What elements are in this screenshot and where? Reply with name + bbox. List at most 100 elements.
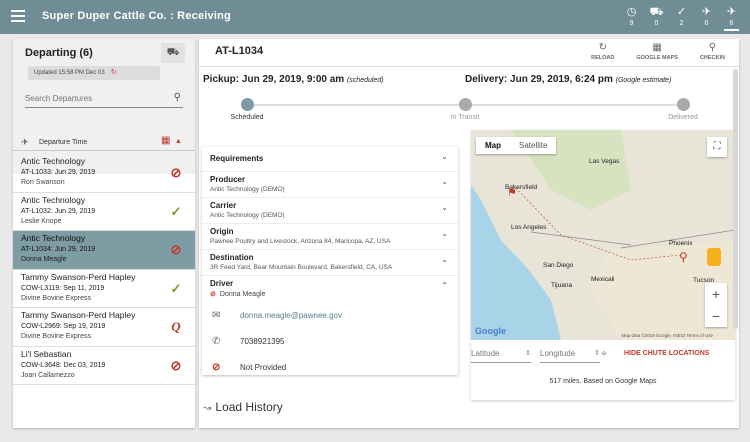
reload-label: RELOAD [591, 55, 615, 61]
email-icon: ✉ [212, 310, 221, 321]
origin-row[interactable]: Origin Pawnee Poultry and Livestock, Ari… [202, 224, 458, 250]
departure-person: Ron Swanson [21, 179, 65, 186]
departures-title: Departing (6) [25, 47, 93, 59]
latitude-field[interactable]: Latitude ⇕ [471, 346, 531, 363]
street-view-icon[interactable] [707, 248, 721, 266]
city-label: San Diego [543, 262, 574, 269]
updated-text: Updated 15:58 PM Dec 03 [34, 70, 105, 76]
driver-email[interactable]: ✉ donna.meagle@pawnee.gov [202, 303, 458, 329]
driver-phone[interactable]: ✆ 7038921395 [202, 329, 458, 355]
checkin-button[interactable]: ⚲ CHECKIN [700, 42, 725, 62]
landing-icon: ✈ [701, 6, 712, 18]
route-map[interactable]: Las Vegas Bakersfield Los Angeles San Di… [471, 130, 735, 340]
delivery-note: (Google estimate) [615, 77, 672, 84]
clock-icon: ◷ [626, 6, 637, 18]
chevron-down-icon[interactable]: ⌄ [441, 177, 448, 186]
spinner-icon[interactable]: ⇕ [594, 346, 600, 362]
search-input[interactable] [25, 90, 165, 106]
top-nav-icons: ◷ 9 ⛟ 0 ✓ 2 ✈ 0 ✈ 6 [619, 3, 744, 31]
stage-dot [676, 98, 690, 111]
google-maps-label: GOOGLE MAPS [636, 55, 678, 61]
nav-count: 2 [679, 20, 684, 27]
departure-icon: ✈ [726, 6, 737, 18]
departure-code: COW-L3648: Dec 03, 2019 [21, 361, 106, 369]
requirements-row[interactable]: Requirements ⌄ [202, 147, 458, 172]
stage-label: Delivered [668, 114, 698, 121]
email-value[interactable]: donna.meagle@pawnee.gov [240, 311, 342, 320]
departure-code: AT-L1033: Jun 29, 2019 [21, 169, 96, 176]
chevron-down-icon[interactable]: ⌄ [441, 255, 448, 264]
list-item[interactable]: Antic Technology AT-L1034: Jun 29, 2019 Do… [13, 231, 195, 270]
menu-icon[interactable] [11, 10, 25, 22]
carrier-row[interactable]: Carrier Antic Technology (DEMO) ⌄ [202, 198, 458, 224]
list-item[interactable]: Antic Technology AT-L1032: Jun 29, 2019 Le… [13, 193, 195, 231]
producer-row[interactable]: Producer Antic Technology (DEMO) ⌄ [202, 172, 458, 198]
longitude-field[interactable]: Longitude ⇕ [540, 346, 600, 363]
carrier-label: Carrier [210, 201, 237, 210]
nav-count: 9 [629, 20, 634, 27]
driver-row[interactable]: Driver ⊘ Donna Meagle ⌃ [202, 276, 458, 303]
departure-icon: ✈ [21, 137, 29, 147]
city-label: Los Angeles [511, 224, 547, 231]
zoom-out-button[interactable]: − [705, 305, 727, 327]
truck-nav-button[interactable]: ⛟ 0 [644, 3, 669, 31]
google-maps-button[interactable]: ▦ GOOGLE MAPS [636, 42, 678, 62]
departure-code: COW-L2969: Sep 19, 2019 [21, 323, 106, 330]
truck-button[interactable]: ⛟ [161, 43, 185, 63]
city-label: Tijuana [551, 282, 573, 289]
driver-name: Donna Meagle [219, 291, 266, 298]
chevron-up-icon[interactable]: ⌃ [441, 281, 448, 290]
fullscreen-icon[interactable]: ⛶ [707, 137, 727, 157]
location-pin-icon: ⚲ [708, 42, 717, 53]
stage-scheduled: Scheduled [212, 97, 282, 121]
nav-count: 0 [704, 20, 709, 27]
map-attribution[interactable]: Map data ©2019 Google, INEGI Terms of Us… [621, 333, 713, 338]
scrollbar[interactable] [733, 69, 738, 329]
load-history-title: Load History [215, 400, 283, 414]
city-label: Phoenix [669, 240, 693, 247]
destination-value: 3R Feed Yard, Bear Mountain Boulevard, B… [210, 264, 393, 271]
map-icon: ▦ [652, 42, 662, 53]
origin-label: Origin [210, 227, 234, 236]
reload-button[interactable]: ↻ RELOAD [591, 42, 614, 62]
departure-nav-button[interactable]: ✈ 6 [719, 3, 744, 31]
spinner-icon[interactable]: ⇕ [525, 346, 531, 362]
sort-caret-icon[interactable]: ▲ [175, 138, 182, 145]
search-field: ⚲ [25, 90, 183, 108]
city-label: Mexicali [591, 276, 615, 283]
divider [199, 66, 739, 67]
carrier-value: Antic Technology (DEMO) [210, 212, 285, 219]
list-item[interactable]: Antic Technology AT-L1033: Jun 29, 2019 Ro… [13, 154, 195, 193]
clock-nav-button[interactable]: ◷ 9 [619, 3, 644, 31]
check-nav-button[interactable]: ✓ 2 [669, 3, 694, 31]
load-history-header[interactable]: ↝ Load History [203, 400, 283, 414]
departure-name: Tammy Swanson-Perd Hapley [21, 310, 136, 320]
chevron-down-icon[interactable]: ⌄ [441, 152, 448, 161]
question-icon: Q [171, 319, 181, 334]
destination-row[interactable]: Destination 3R Feed Yard, Bear Mountain … [202, 250, 458, 276]
zoom-in-button[interactable]: + [705, 283, 727, 305]
search-icon[interactable]: ⚲ [174, 92, 181, 103]
phone-value[interactable]: 7038921395 [240, 337, 285, 346]
sort-row: ✈ Departure Time ▦ ▲ [13, 134, 195, 151]
list-item[interactable]: Li'l Sebastian COW-L3648: Dec 03, 2019 Joa… [13, 347, 195, 385]
landing-nav-button[interactable]: ✈ 0 [694, 3, 719, 31]
truck-icon: ⛟ [166, 47, 180, 58]
list-item[interactable]: Tammy Swanson-Perd Hapley COW-L3119: Sep … [13, 270, 195, 308]
chevron-down-icon[interactable]: ⌄ [441, 203, 448, 212]
tab-satellite[interactable]: Satellite [510, 137, 556, 154]
calendar-icon[interactable]: ▦ [161, 135, 170, 146]
departure-name: Antic Technology [21, 233, 86, 243]
origin-marker-icon[interactable]: ⚑ [507, 186, 517, 199]
target-icon[interactable]: ⌖ [601, 348, 607, 361]
departure-code: AT-L1032: Jun 29, 2019 [21, 207, 96, 215]
destination-marker-icon[interactable]: ⚲ [679, 250, 688, 264]
refresh-icon[interactable]: ↻ [111, 69, 117, 76]
hide-chute-button[interactable]: HIDE CHUTE LOCATIONS [624, 350, 709, 357]
updated-badge: Updated 15:58 PM Dec 03 ↻ [28, 66, 160, 80]
list-item[interactable]: Tammy Swanson-Perd Hapley COW-L2969: Sep … [13, 308, 195, 347]
delivery-time: Delivery: Jun 29, 2019, 6:24 pm (Google … [465, 74, 671, 85]
departure-person: Divine Bovine Express [21, 333, 92, 340]
tab-map[interactable]: Map [476, 137, 510, 154]
chevron-down-icon[interactable]: ⌄ [441, 229, 448, 238]
